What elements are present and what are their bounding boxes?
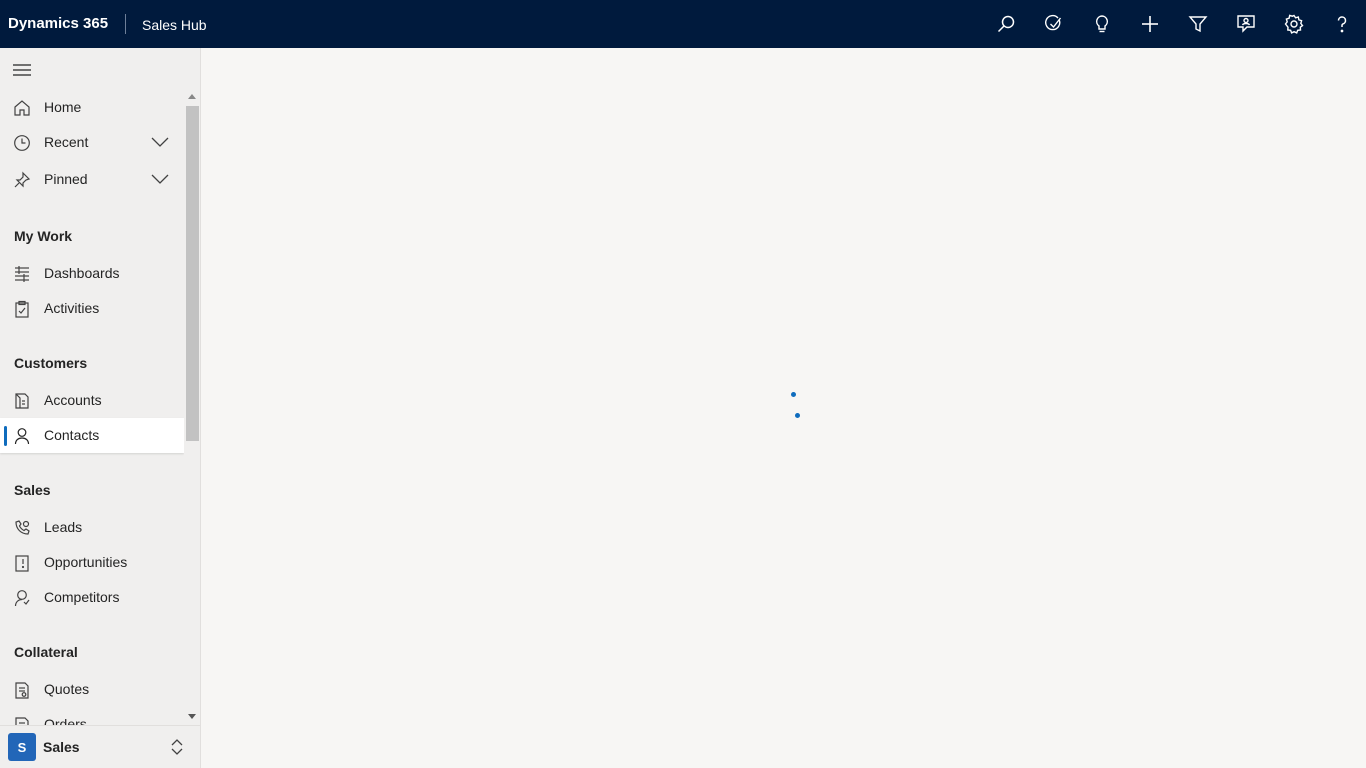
sidebar-item-dashboards[interactable]: Dashboards: [0, 256, 184, 291]
sidebar-item-label: Orders: [44, 716, 87, 725]
sidebar-nav-list: Home Recent Pinned My Work Dashboards Ac…: [0, 48, 184, 725]
sidebar-item-competitors[interactable]: Competitors: [0, 580, 184, 615]
sidebar-item-label: Contacts: [44, 427, 100, 443]
area-switcher[interactable]: S Sales: [0, 725, 200, 768]
sidebar-item-label: Accounts: [44, 392, 102, 408]
home-icon: [13, 99, 31, 117]
spinner-dot: [791, 392, 796, 397]
spinner-dot: [795, 413, 800, 418]
new-icon[interactable]: [1126, 0, 1174, 48]
search-icon[interactable]: [982, 0, 1030, 48]
orders-icon: [13, 716, 31, 725]
chevron-up-down-icon[interactable]: [170, 737, 184, 757]
sidebar-item-quotes[interactable]: Quotes: [0, 672, 184, 707]
competitor-icon: [13, 589, 31, 607]
sidebar-item-leads[interactable]: Leads: [0, 510, 184, 545]
chevron-down-icon[interactable]: [151, 135, 169, 149]
sidebar-item-recent[interactable]: Recent: [0, 125, 184, 160]
sidebar-item-label: Competitors: [44, 589, 120, 605]
filter-icon[interactable]: [1174, 0, 1222, 48]
sidebar-item-pinned[interactable]: Pinned: [0, 162, 184, 197]
clock-icon: [13, 134, 31, 152]
top-navigation-bar: Dynamics 365 Sales Hub: [0, 0, 1366, 48]
scroll-up-arrow-icon[interactable]: [188, 94, 196, 99]
sidebar-item-label: Home: [44, 99, 82, 115]
help-icon[interactable]: [1318, 0, 1366, 48]
quotes-icon: [13, 681, 31, 699]
sidebar-item-contacts[interactable]: Contacts: [0, 418, 184, 453]
sidebar-item-label: Pinned: [44, 171, 88, 187]
main-content-area: [201, 48, 1366, 768]
sidebar-scrollbar[interactable]: [184, 92, 200, 722]
top-toolbar: [982, 0, 1366, 48]
brand-title[interactable]: Dynamics 365: [8, 15, 108, 33]
area-label: Sales: [43, 739, 80, 755]
site-map-sidebar: Home Recent Pinned My Work Dashboards Ac…: [0, 48, 201, 768]
chevron-down-icon[interactable]: [151, 172, 169, 186]
sidebar-item-orders[interactable]: Orders: [0, 707, 184, 725]
scroll-down-arrow-icon[interactable]: [188, 714, 196, 719]
sidebar-item-activities[interactable]: Activities: [0, 291, 184, 326]
sidebar-item-label: Dashboards: [44, 265, 120, 281]
section-header-my-work: My Work: [14, 228, 73, 244]
sidebar-item-label: Opportunities: [44, 554, 128, 570]
opportunity-icon: [13, 554, 31, 572]
section-header-collateral: Collateral: [14, 644, 78, 660]
sidebar-item-accounts[interactable]: Accounts: [0, 383, 184, 418]
scrollbar-thumb[interactable]: [186, 106, 199, 441]
hamburger-menu-icon[interactable]: [12, 62, 32, 78]
area-badge: S: [8, 733, 36, 761]
task-flow-icon[interactable]: [1030, 0, 1078, 48]
pin-icon: [13, 171, 31, 189]
lightbulb-icon[interactable]: [1078, 0, 1126, 48]
brand-divider: [125, 14, 126, 34]
activities-icon: [13, 300, 31, 318]
selected-indicator: [4, 426, 7, 446]
section-header-customers: Customers: [14, 355, 88, 371]
sidebar-item-label: Recent: [44, 134, 89, 150]
app-name[interactable]: Sales Hub: [142, 16, 207, 34]
leads-icon: [13, 519, 31, 537]
accounts-icon: [13, 392, 31, 410]
sidebar-item-label: Activities: [44, 300, 100, 316]
person-icon: [13, 427, 31, 445]
section-header-sales: Sales: [14, 482, 51, 498]
assistant-icon[interactable]: [1222, 0, 1270, 48]
sidebar-item-home[interactable]: Home: [0, 90, 184, 125]
settings-icon[interactable]: [1270, 0, 1318, 48]
sidebar-item-label: Leads: [44, 519, 83, 535]
dashboard-icon: [13, 265, 31, 283]
sidebar-item-label: Quotes: [44, 681, 90, 697]
sidebar-item-opportunities[interactable]: Opportunities: [0, 545, 184, 580]
